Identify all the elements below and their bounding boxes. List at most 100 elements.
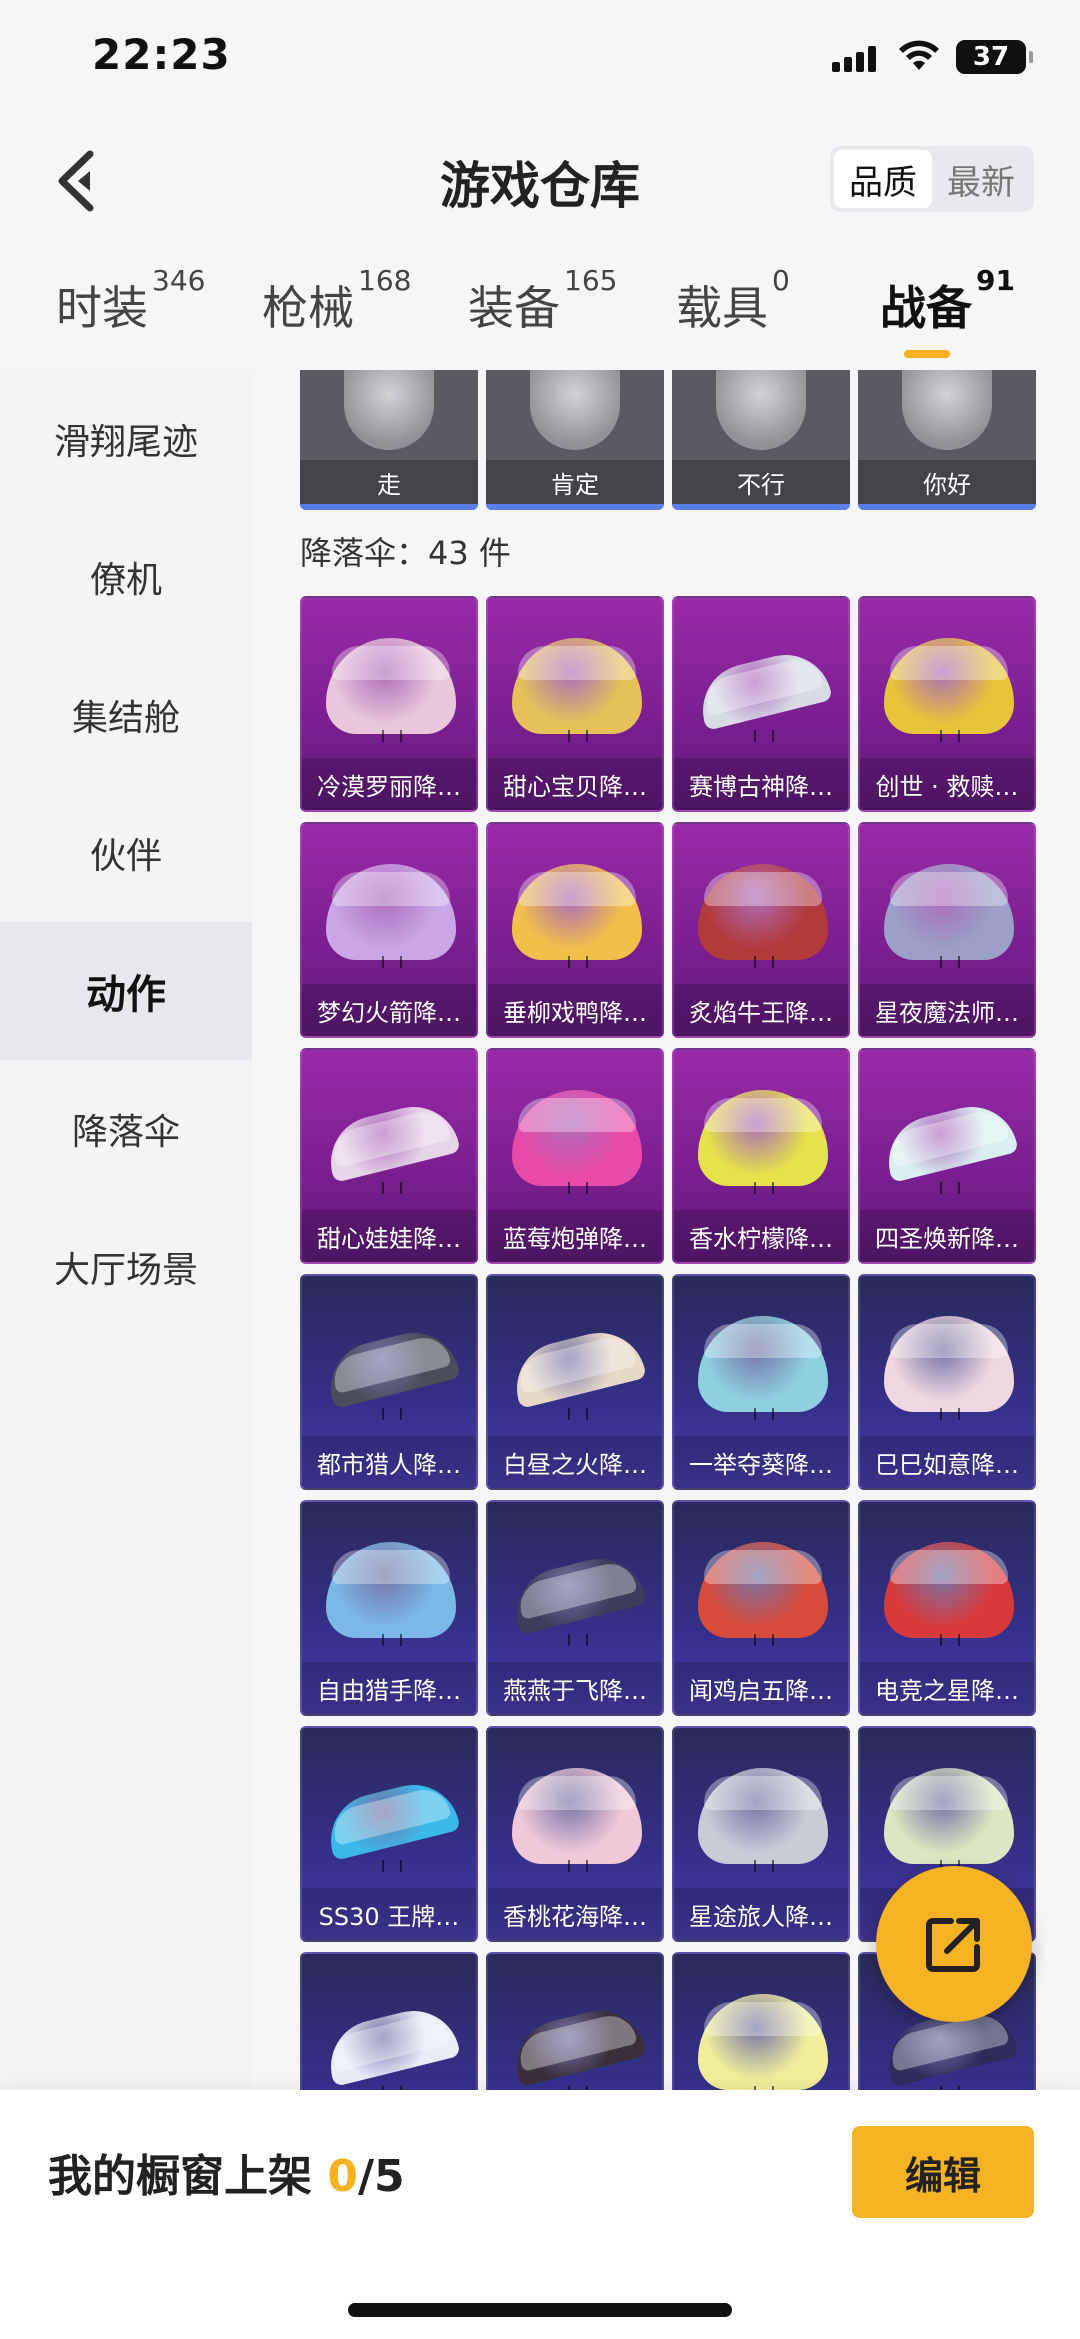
parachute-card[interactable]: 星夜魔法师… bbox=[858, 822, 1036, 1038]
emote-figure-icon bbox=[530, 370, 620, 450]
item-content: 走 肯定 不行 你好 降落伞：43 件 冷漠罗丽降… 甜心宝贝降… 赛博古神降… 创世… bbox=[252, 370, 1080, 2090]
parachute-card[interactable] bbox=[486, 1952, 664, 2090]
parachute-icon bbox=[512, 1090, 642, 1186]
parachute-strings bbox=[382, 1860, 402, 1872]
emote-label: 你好 bbox=[858, 460, 1036, 504]
parachute-icon bbox=[693, 645, 833, 731]
parachute-icon bbox=[884, 1768, 1014, 1864]
parachute-strings bbox=[568, 1408, 588, 1420]
parachute-icon bbox=[512, 638, 642, 734]
parachute-strings bbox=[940, 1408, 960, 1420]
parachute-icon bbox=[884, 638, 1014, 734]
sidebar-item-glide-trail[interactable]: 滑翔尾迹 bbox=[0, 370, 252, 508]
emote-card[interactable]: 走 bbox=[300, 370, 478, 510]
sidebar-item-rally-pod[interactable]: 集结舱 bbox=[0, 646, 252, 784]
parachute-strings bbox=[568, 1634, 588, 1646]
parachute-card[interactable]: 赛博古神降… bbox=[672, 596, 850, 812]
parachute-name: 甜心娃娃降… bbox=[302, 1210, 476, 1262]
parachute-card[interactable] bbox=[672, 1952, 850, 2090]
parachute-icon bbox=[507, 2001, 647, 2087]
parachute-strings bbox=[940, 956, 960, 968]
parachute-card[interactable]: 创世 · 救赎… bbox=[858, 596, 1036, 812]
emote-figure-icon bbox=[716, 370, 806, 450]
parachute-name: 甜心宝贝降… bbox=[488, 758, 662, 810]
parachute-card[interactable]: 巳巳如意降… bbox=[858, 1274, 1036, 1490]
parachute-grid: 冷漠罗丽降… 甜心宝贝降… 赛博古神降… 创世 · 救赎… 梦幻火箭降… 垂柳戏鸭降… 炙焰… bbox=[300, 596, 1036, 2090]
parachute-name: 白昼之火降… bbox=[488, 1436, 662, 1488]
parachute-icon bbox=[326, 638, 456, 734]
parachute-strings bbox=[940, 1634, 960, 1646]
parachute-icon bbox=[321, 1323, 461, 1409]
parachute-card[interactable]: 电竞之星降… bbox=[858, 1500, 1036, 1716]
parachute-card[interactable]: 梦幻火箭降… bbox=[300, 822, 478, 1038]
active-tab-indicator bbox=[904, 350, 950, 358]
parachute-name: 燕燕于飞降… bbox=[488, 1662, 662, 1714]
parachute-name: 闻鸡启五降… bbox=[674, 1662, 848, 1714]
parachute-card[interactable]: 香水柠檬降… bbox=[672, 1048, 850, 1264]
emote-label: 肯定 bbox=[486, 460, 664, 504]
parachute-card[interactable]: 四圣焕新降… bbox=[858, 1048, 1036, 1264]
parachute-strings bbox=[568, 956, 588, 968]
parachute-name: 自由猎手降… bbox=[302, 1662, 476, 1714]
home-indicator[interactable] bbox=[348, 2303, 732, 2317]
tab-weapons[interactable]: 枪械168 bbox=[262, 264, 411, 338]
parachute-card[interactable] bbox=[300, 1952, 478, 2090]
status-time: 22:23 bbox=[92, 30, 231, 79]
parachute-card[interactable]: 香桃花海降… bbox=[486, 1726, 664, 1942]
parachute-name: 炙焰牛王降… bbox=[674, 984, 848, 1036]
sort-quality-button[interactable]: 品质 bbox=[834, 150, 932, 208]
parachute-count-label: 降落伞：43 件 bbox=[300, 534, 511, 572]
emote-quality-bar bbox=[486, 504, 664, 510]
showcase-bar: 我的橱窗上架 0/5 编辑 bbox=[0, 2090, 1080, 2339]
parachute-card[interactable]: 甜心娃娃降… bbox=[300, 1048, 478, 1264]
parachute-card[interactable]: 冷漠罗丽降… bbox=[300, 596, 478, 812]
parachute-card[interactable]: 垂柳戏鸭降… bbox=[486, 822, 664, 1038]
parachute-name: 电竞之星降… bbox=[860, 1662, 1034, 1714]
parachute-strings bbox=[382, 956, 402, 968]
parachute-card[interactable]: 都市猎人降… bbox=[300, 1274, 478, 1490]
sidebar-item-wingman[interactable]: 僚机 bbox=[0, 508, 252, 646]
parachute-card[interactable]: 自由猎手降… bbox=[300, 1500, 478, 1716]
parachute-name: 星途旅人降… bbox=[674, 1888, 848, 1940]
parachute-icon bbox=[507, 1549, 647, 1635]
parachute-card[interactable]: SS30 王牌… bbox=[300, 1726, 478, 1942]
edit-button[interactable]: 编辑 bbox=[852, 2126, 1034, 2218]
sidebar-item-partner[interactable]: 伙伴 bbox=[0, 784, 252, 922]
parachute-name: 赛博古神降… bbox=[674, 758, 848, 810]
parachute-strings bbox=[382, 730, 402, 742]
sort-newest-button[interactable]: 最新 bbox=[932, 150, 1030, 208]
parachute-card[interactable]: 炙焰牛王降… bbox=[672, 822, 850, 1038]
parachute-name: 创世 · 救赎… bbox=[860, 758, 1034, 810]
parachute-card[interactable]: 蓝莓炮弹降… bbox=[486, 1048, 664, 1264]
parachute-card[interactable]: 闻鸡启五降… bbox=[672, 1500, 850, 1716]
sidebar-item-emotes[interactable]: 动作 bbox=[0, 922, 252, 1060]
parachute-card[interactable]: 星途旅人降… bbox=[672, 1726, 850, 1942]
emote-card[interactable]: 不行 bbox=[672, 370, 850, 510]
parachute-name: 香水柠檬降… bbox=[674, 1210, 848, 1262]
parachute-strings bbox=[940, 730, 960, 742]
sidebar-item-parachute[interactable]: 降落伞 bbox=[0, 1060, 252, 1198]
parachute-icon bbox=[698, 1768, 828, 1864]
tab-equipment[interactable]: 装备165 bbox=[468, 264, 617, 338]
emote-quality-bar bbox=[672, 504, 850, 510]
tab-vehicles[interactable]: 载具0 bbox=[676, 264, 790, 338]
emote-card[interactable]: 肯定 bbox=[486, 370, 664, 510]
parachute-card[interactable]: 一举夺葵降… bbox=[672, 1274, 850, 1490]
parachute-icon bbox=[884, 1542, 1014, 1638]
parachute-name: 都市猎人降… bbox=[302, 1436, 476, 1488]
emote-card[interactable]: 你好 bbox=[858, 370, 1036, 510]
emote-figure-icon bbox=[902, 370, 992, 450]
tab-outfits[interactable]: 时装346 bbox=[56, 264, 205, 338]
parachute-strings bbox=[754, 1860, 774, 1872]
sidebar: 滑翔尾迹 僚机 集结舱 伙伴 动作 降落伞 大厅场景 bbox=[0, 370, 252, 2090]
tab-combat-gear[interactable]: 战备91 bbox=[880, 264, 1015, 338]
parachute-strings bbox=[568, 730, 588, 742]
share-button[interactable] bbox=[876, 1866, 1032, 2022]
parachute-card[interactable]: 燕燕于飞降… bbox=[486, 1500, 664, 1716]
emote-label: 走 bbox=[300, 460, 478, 504]
parachute-name: 梦幻火箭降… bbox=[302, 984, 476, 1036]
parachute-name: 星夜魔法师… bbox=[860, 984, 1034, 1036]
parachute-card[interactable]: 甜心宝贝降… bbox=[486, 596, 664, 812]
parachute-card[interactable]: 白昼之火降… bbox=[486, 1274, 664, 1490]
sidebar-item-lobby-scene[interactable]: 大厅场景 bbox=[0, 1198, 252, 1336]
